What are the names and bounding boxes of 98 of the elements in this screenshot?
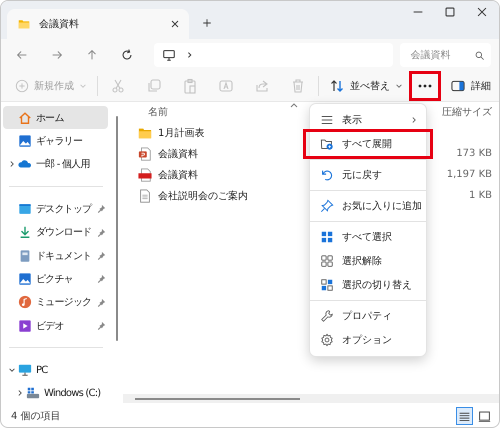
drive-icon xyxy=(26,386,40,400)
pdf-file-icon xyxy=(138,168,152,182)
wrench-icon xyxy=(320,309,334,323)
share-icon xyxy=(254,78,270,94)
pin-icon xyxy=(97,321,106,330)
address-field[interactable] xyxy=(154,43,394,67)
video-icon xyxy=(18,318,32,333)
chevron-right-icon xyxy=(410,116,418,124)
folder-icon xyxy=(138,126,152,140)
search-field[interactable]: 会議資料 xyxy=(400,43,491,67)
picture-icon xyxy=(18,272,32,286)
search-icon xyxy=(474,50,485,60)
chevron-right-icon[interactable] xyxy=(8,160,16,168)
pin-icon xyxy=(320,199,334,213)
delete-icon xyxy=(290,78,306,94)
view-toggle[interactable] xyxy=(456,407,473,425)
home-icon xyxy=(18,110,32,125)
slides-file-icon xyxy=(138,146,152,160)
close-icon[interactable] xyxy=(475,5,489,19)
item-count: 4 個の項目 xyxy=(11,410,61,423)
sidebar-item[interactable]: ダウンロード xyxy=(3,220,108,244)
details-button[interactable]: 詳細 xyxy=(446,76,491,96)
copy-icon xyxy=(146,78,162,94)
pin-icon xyxy=(97,228,106,237)
folder-icon xyxy=(17,18,31,30)
sidebar-item[interactable]: ミュージック xyxy=(3,290,108,314)
file-name[interactable]: 会議資料 xyxy=(158,146,198,160)
sidebar-item[interactable]: 一郎 - 個人用 xyxy=(3,152,108,176)
settings-icon xyxy=(320,333,334,347)
column-header[interactable]: 圧縮サイズ xyxy=(442,105,492,119)
chevron-right-icon[interactable] xyxy=(16,389,24,398)
sidebar-item[interactable]: PC xyxy=(3,358,108,382)
monitor-icon xyxy=(18,363,32,377)
chevron-down-icon[interactable] xyxy=(8,366,16,374)
pin-icon xyxy=(97,274,106,284)
menu-item[interactable]: 元に戻す xyxy=(310,163,426,187)
chevron-down-icon xyxy=(79,82,87,90)
file-size: 173 KB xyxy=(456,148,492,159)
horizontal-scrollbar[interactable] xyxy=(123,394,499,403)
tab[interactable]: 会議資料 xyxy=(7,9,189,39)
rename-icon xyxy=(218,78,234,94)
menu-item[interactable]: 選択解除 xyxy=(310,249,426,273)
gallery-icon xyxy=(18,134,32,148)
sidebar-item[interactable]: デスクトップ xyxy=(3,197,108,220)
file-name[interactable]: 1月計画表 xyxy=(158,126,204,140)
download-icon xyxy=(18,225,32,240)
chevron-down-icon xyxy=(395,82,403,90)
menu-item[interactable]: すべて展開 xyxy=(306,132,430,156)
column-header[interactable]: 名前 xyxy=(148,105,168,119)
chevron-right-icon[interactable] xyxy=(186,50,194,60)
sidebar-item[interactable]: ドキュメント xyxy=(3,244,108,268)
list-icon xyxy=(320,113,334,127)
select-none-icon xyxy=(320,254,334,268)
more-button[interactable] xyxy=(409,71,441,101)
new-tab-icon[interactable] xyxy=(201,17,213,29)
menu-item[interactable]: オプション xyxy=(310,328,426,352)
folder-extract-icon xyxy=(320,137,334,151)
monitor-icon xyxy=(162,48,176,62)
invert-selection-icon xyxy=(320,278,334,292)
desktop-icon xyxy=(18,202,32,216)
details-pane-icon xyxy=(450,79,466,93)
sidebar-item[interactable]: ビデオ xyxy=(3,314,108,338)
pin-icon xyxy=(97,298,106,307)
plus-circle-icon xyxy=(15,79,29,93)
file-name[interactable]: 会議資料 xyxy=(158,168,198,182)
close-tab-icon[interactable] xyxy=(169,18,181,30)
cut-icon xyxy=(110,78,126,94)
undo-icon xyxy=(320,168,334,182)
file-size: 1 KB xyxy=(469,190,492,201)
pin-icon xyxy=(97,251,106,260)
scrollbar-thumb[interactable] xyxy=(116,116,118,341)
menu-item[interactable]: プロパティ xyxy=(310,304,426,328)
select-all-icon xyxy=(320,230,334,244)
music-icon xyxy=(18,295,32,310)
document-file-icon xyxy=(138,188,152,202)
forward-icon[interactable] xyxy=(50,48,64,62)
file-name[interactable]: 会社説明会のご案内 xyxy=(158,188,248,202)
sidebar-item[interactable]: Windows (C:) xyxy=(3,382,108,406)
back-icon[interactable] xyxy=(15,48,29,62)
sidebar-item[interactable]: ピクチャ xyxy=(3,267,108,291)
menu-item[interactable]: すべて選択 xyxy=(310,225,426,249)
menu-item[interactable]: お気に入りに追加 xyxy=(310,194,426,218)
sort-button[interactable]: 並べ替え xyxy=(325,75,407,97)
more-icon xyxy=(418,84,432,88)
document-icon xyxy=(18,248,32,263)
file-size: 1,197 KB xyxy=(446,169,492,180)
maximize-icon[interactable] xyxy=(443,5,457,19)
paste-icon xyxy=(182,78,198,94)
menu-item[interactable]: 選択の切り替え xyxy=(310,273,426,297)
tiles-view-icon xyxy=(478,410,491,422)
up-icon[interactable] xyxy=(85,48,99,62)
sort-up-icon xyxy=(290,102,298,108)
sidebar-item[interactable]: ギャラリー xyxy=(3,129,108,153)
menu-item[interactable]: 表示 xyxy=(310,108,426,132)
refresh-icon[interactable] xyxy=(120,48,134,62)
sidebar-item[interactable]: ホーム xyxy=(3,106,108,130)
pin-icon xyxy=(97,204,106,214)
sort-icon xyxy=(329,78,345,94)
